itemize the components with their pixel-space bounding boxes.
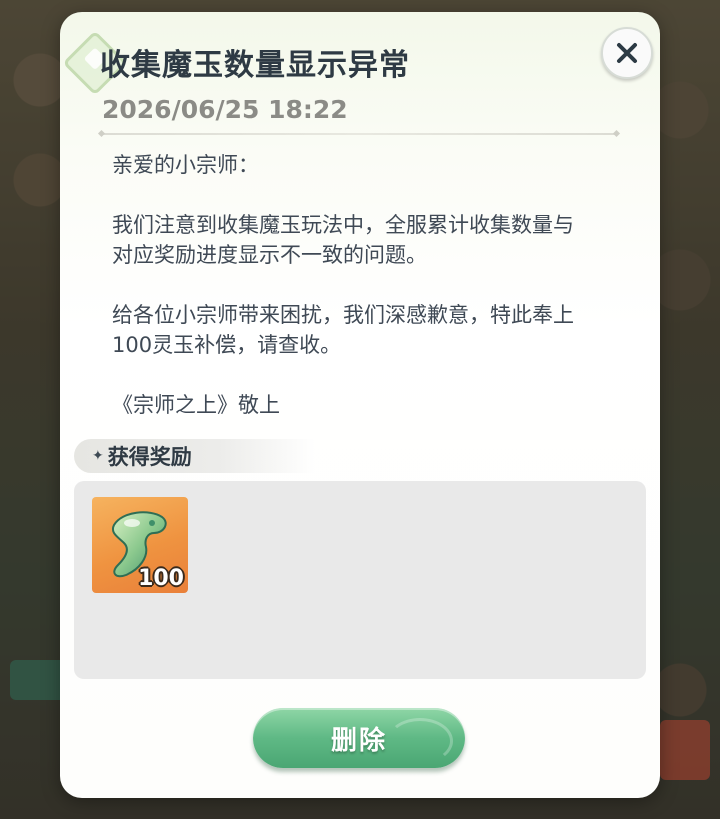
mail-timestamp: 2026/06/25 18:22 (102, 95, 348, 124)
mail-title: 收集魔玉数量显示异常 (100, 48, 410, 83)
close-button[interactable] (601, 27, 653, 79)
mail-paragraph: 给各位小宗师带来困扰，我们深感歉意，特此奉上 100灵玉补偿，请查收。 (112, 303, 574, 357)
reward-quantity: 100 (138, 566, 184, 591)
background-decoration (660, 720, 710, 780)
reward-list: 100 (74, 481, 646, 679)
mail-paragraph: 我们注意到收集魔玉玩法中，全服累计收集数量与 对应奖励进度显示不一致的问题。 (112, 213, 574, 267)
mail-greeting: 亲爱的小宗师： (112, 153, 259, 177)
mail-dialog: 收集魔玉数量显示异常 2026/06/25 18:22 亲爱的小宗师： 我们注意… (60, 12, 660, 798)
swirl-decoration-icon (387, 718, 453, 764)
mail-body: 亲爱的小宗师： 我们注意到收集魔玉玩法中，全服累计收集数量与 对应奖励进度显示不… (112, 150, 612, 450)
reward-section-header: ✦ 获得奖励 (74, 439, 314, 473)
header-divider (102, 133, 616, 135)
delete-button[interactable]: 删除 (253, 708, 465, 768)
close-icon (617, 43, 637, 63)
delete-button-label: 删除 (330, 725, 387, 756)
mail-signature: 《宗师之上》敬上 (112, 393, 280, 417)
reward-item[interactable]: 100 (92, 497, 188, 593)
sparkle-icon: ✦ (92, 448, 104, 464)
reward-header-label: 获得奖励 (107, 445, 192, 469)
